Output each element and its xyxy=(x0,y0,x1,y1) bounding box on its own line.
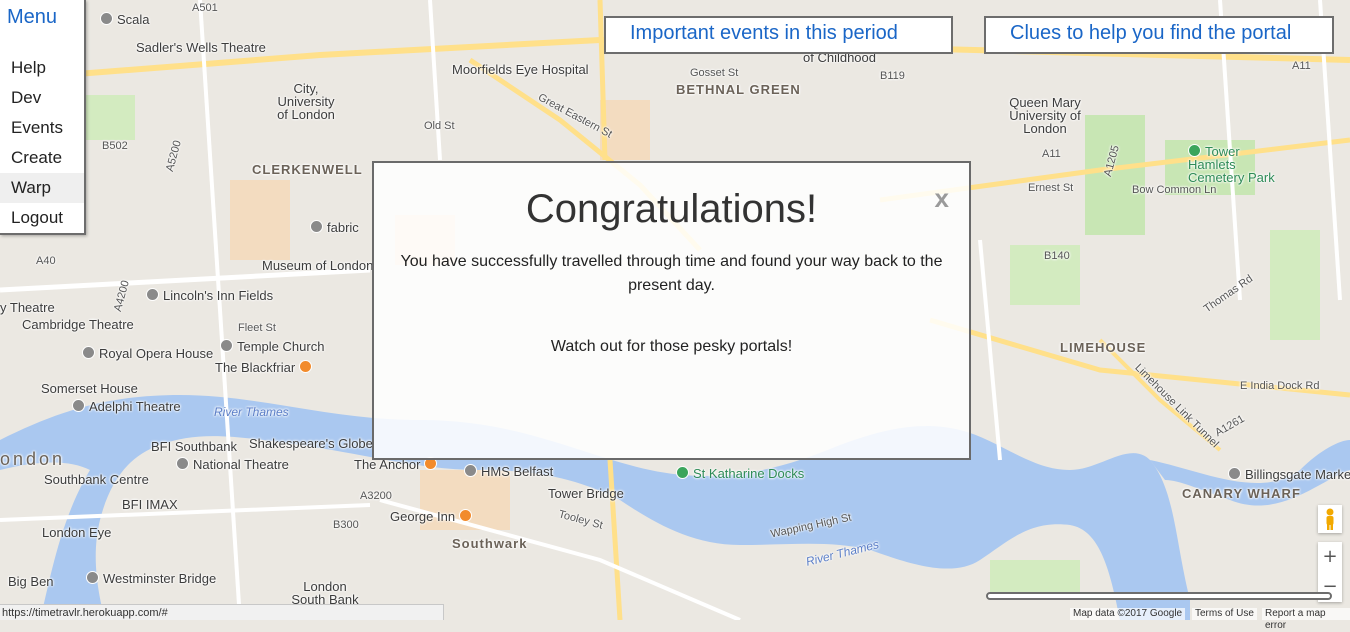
map-label-road: B119 xyxy=(880,70,905,82)
map-label-adelphi: Adelphi Theatre xyxy=(72,399,181,414)
map-label-road: Old St xyxy=(424,120,455,132)
map-label-university: London South Bank xyxy=(291,579,359,607)
map-label-road: E India Dock Rd xyxy=(1240,380,1320,392)
map-label-road: B140 xyxy=(1044,250,1070,262)
map-label-road: A11 xyxy=(1042,148,1061,160)
side-menu: Menu Help Dev Events Create Warp Logout xyxy=(0,0,86,235)
congratulations-modal: x Congratulations! You have successfully… xyxy=(372,161,971,460)
theatre-icon xyxy=(82,346,95,359)
terms-link[interactable]: Terms of Use xyxy=(1192,608,1257,620)
map-label-road: Ernest St xyxy=(1028,182,1074,194)
menu-item-logout[interactable]: Logout xyxy=(0,203,84,233)
modal-title: Congratulations! xyxy=(525,187,818,231)
map-label-city: ondon xyxy=(0,449,66,469)
map-label-temple: Temple Church xyxy=(220,339,324,354)
map-label-globe: Shakespeare's Globe xyxy=(249,436,373,451)
map-label-tower-bridge: Tower Bridge xyxy=(548,486,624,501)
menu-item-events[interactable]: Events xyxy=(0,113,84,143)
map-label-district: Southwark xyxy=(452,536,528,551)
map-label-university: City, University of London xyxy=(277,81,335,122)
menu-item-help[interactable]: Help xyxy=(0,53,84,83)
map-label-bfi: BFI Southbank xyxy=(151,439,237,454)
map-label-moorfields: Moorfields Eye Hospital xyxy=(452,62,589,77)
map-label-district: CLERKENWELL xyxy=(252,162,363,177)
map-label-district: LIMEHOUSE xyxy=(1060,340,1147,355)
map-label-museum: Museum of London xyxy=(262,258,374,273)
menu-title[interactable]: Menu xyxy=(7,6,57,29)
map-label-road: B502 xyxy=(102,140,128,152)
map-label-southbank: Southbank Centre xyxy=(44,472,149,487)
menu-list: Help Dev Events Create Warp Logout xyxy=(0,53,84,233)
map-label-cambridge: Cambridge Theatre xyxy=(22,317,134,332)
map-label-lincolns: Lincoln's Inn Fields xyxy=(146,288,273,303)
map-label-westminster: Westminster Bridge xyxy=(86,571,216,586)
map-label-road: Bow Common Ln xyxy=(1132,184,1217,196)
map-label-park: Tower Hamlets Cemetery Park xyxy=(1188,144,1275,185)
portal-clues-button[interactable]: Clues to help you find the portal xyxy=(984,16,1334,54)
map-label-district: CANARY WHARF xyxy=(1182,486,1301,501)
map-label-road: Gosset St xyxy=(690,67,739,79)
map-label-royal-opera: Royal Opera House xyxy=(82,346,213,361)
landmark-icon xyxy=(86,571,99,584)
map-label-sadlers: Sadler's Wells Theatre xyxy=(136,40,266,55)
map-label-road: A11 xyxy=(1292,60,1311,72)
map-label-district: BETHNAL GREEN xyxy=(676,82,801,97)
map-label-billingsgate: Billingsgate Market xyxy=(1228,467,1350,482)
map-label-road: Fleet St xyxy=(238,322,276,334)
marina-icon xyxy=(676,466,689,479)
map-label-bfi-imax: BFI IMAX xyxy=(122,497,178,512)
landmark-icon xyxy=(146,288,159,301)
map-label-big-ben: Big Ben xyxy=(8,574,54,589)
map-label-road: A3200 xyxy=(360,490,392,502)
park-icon xyxy=(1188,144,1201,157)
map-label-river: River Thames xyxy=(214,405,289,419)
map-label-theatre: y Theatre xyxy=(0,300,55,315)
map-label-road: A40 xyxy=(36,255,56,267)
map-label-london-eye: London Eye xyxy=(42,525,112,540)
pub-icon xyxy=(458,509,472,522)
important-events-button[interactable]: Important events in this period xyxy=(604,16,953,54)
zoom-in-button[interactable]: + xyxy=(1318,542,1342,572)
horizontal-scrollbar[interactable] xyxy=(986,592,1332,600)
map-label-blackfriar: The Blackfriar xyxy=(215,360,316,375)
menu-item-warp[interactable]: Warp xyxy=(0,173,84,203)
theatre-icon xyxy=(176,457,189,470)
map-label-docks: St Katharine Docks xyxy=(676,466,804,481)
menu-item-dev[interactable]: Dev xyxy=(0,83,84,113)
map-label-scala: Scala xyxy=(100,12,150,27)
menu-item-create[interactable]: Create xyxy=(0,143,84,173)
map-label-road: A501 xyxy=(192,2,218,14)
church-icon xyxy=(220,339,233,352)
theatre-icon xyxy=(72,399,85,412)
map-label-national: National Theatre xyxy=(176,457,289,472)
report-error-link[interactable]: Report a map error xyxy=(1262,608,1350,631)
map-label-somerset: Somerset House xyxy=(41,381,138,396)
market-icon xyxy=(1228,467,1241,480)
museum-icon xyxy=(464,464,477,477)
map-label-fabric: fabric xyxy=(310,220,359,235)
status-url: https://timetravlr.herokuapp.com/# xyxy=(0,604,444,620)
theatre-icon xyxy=(100,12,113,25)
map-label-road: B300 xyxy=(333,519,359,531)
club-icon xyxy=(310,220,323,233)
map-label-george-inn: George Inn xyxy=(390,509,476,524)
map-label-hms: HMS Belfast xyxy=(464,464,553,479)
modal-warning: Watch out for those pesky portals! xyxy=(550,338,793,355)
pub-icon xyxy=(298,360,312,373)
close-icon[interactable]: x xyxy=(935,183,949,214)
street-view-pegman-icon[interactable] xyxy=(1318,505,1342,533)
map-data-attribution: Map data ©2017 Google xyxy=(1070,608,1186,620)
modal-message: You have successfully travelled through … xyxy=(400,253,943,294)
map-label-university: Queen Mary University of London xyxy=(1009,95,1081,136)
